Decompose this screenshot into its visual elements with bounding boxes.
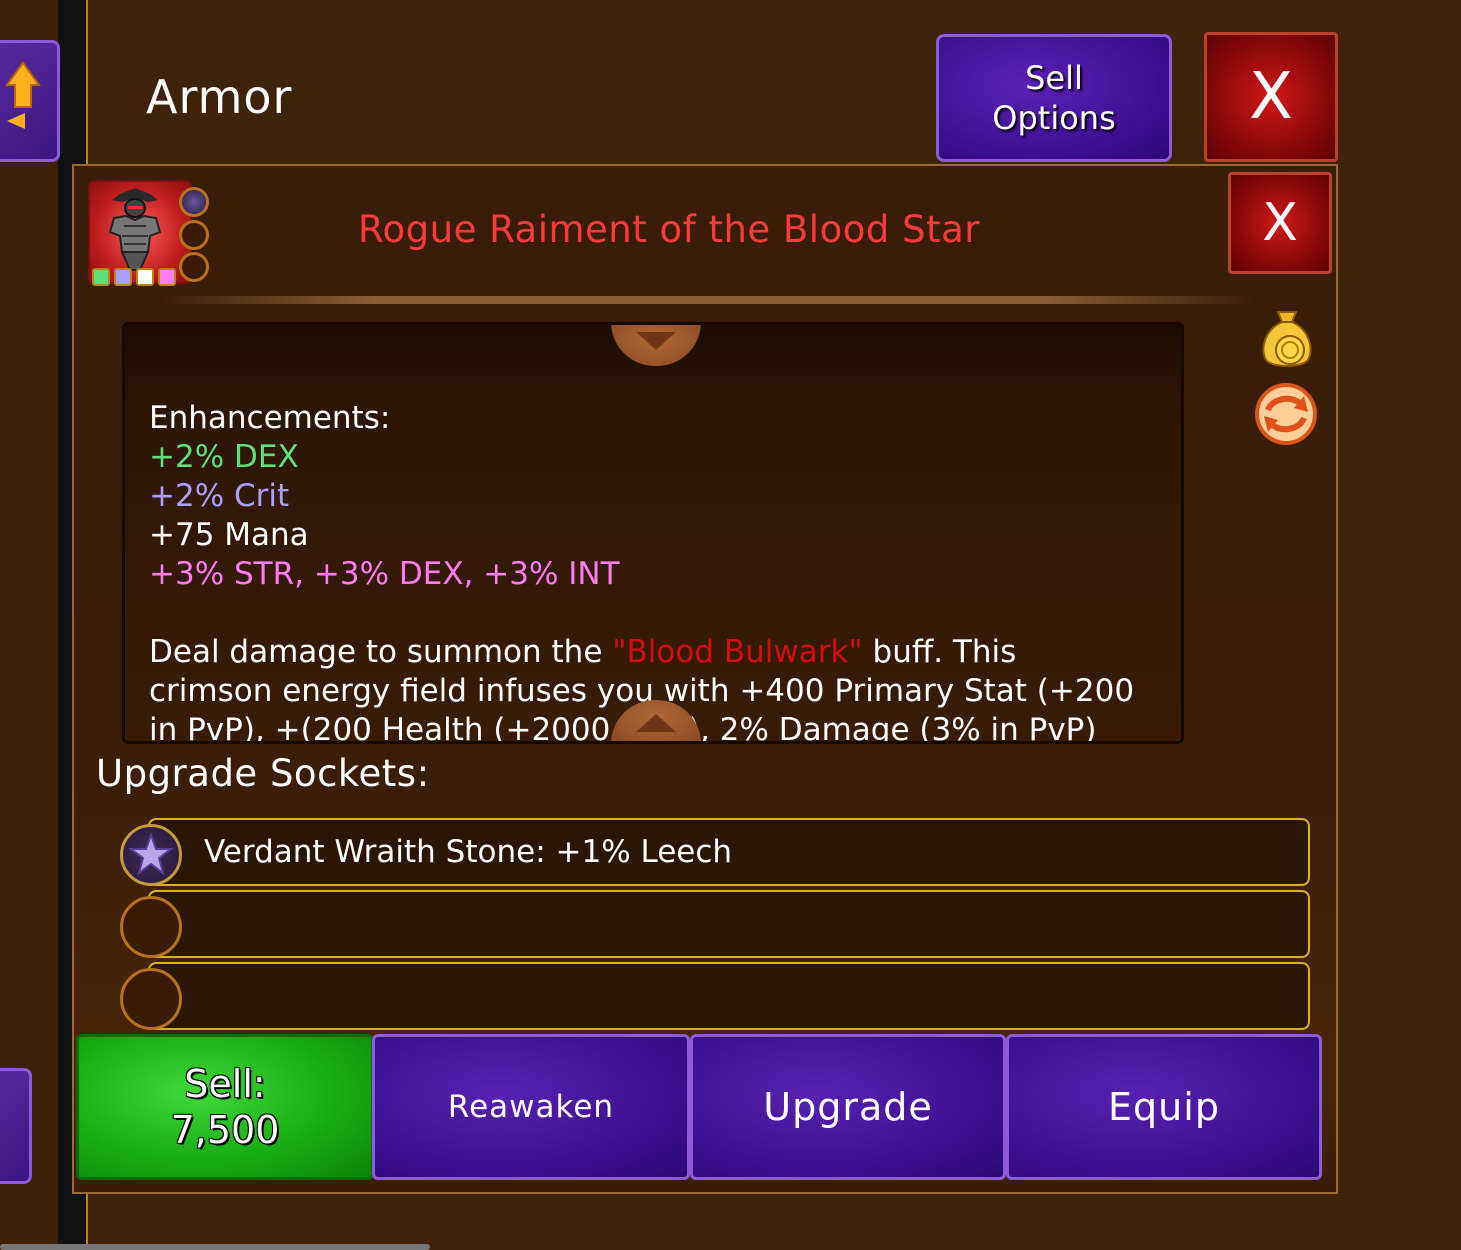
socket-empty-icon[interactable] bbox=[120, 896, 182, 958]
window-title: Armor bbox=[146, 70, 293, 124]
scroll-up-button[interactable] bbox=[611, 325, 701, 366]
sell-options-button[interactable]: Sell Options bbox=[936, 34, 1172, 162]
up-arrow-icon bbox=[5, 61, 41, 129]
item-socket-empty-icon bbox=[179, 252, 209, 282]
socket-row[interactable] bbox=[148, 962, 1310, 1030]
item-socket-empty-icon bbox=[179, 220, 209, 250]
upgrade-arrow-button[interactable] bbox=[0, 40, 60, 162]
item-socket-filled-icon bbox=[179, 187, 209, 217]
socket-text: Verdant Wraith Stone: +1% Leech bbox=[204, 834, 733, 870]
armor-icon bbox=[108, 188, 162, 271]
horizontal-scrollbar[interactable] bbox=[0, 1244, 430, 1250]
socket-empty-icon[interactable] bbox=[120, 968, 182, 1030]
gold-bag-icon[interactable] bbox=[1258, 306, 1316, 370]
side-tab-button[interactable] bbox=[0, 1068, 32, 1184]
left-strip bbox=[0, 0, 58, 1250]
sell-button[interactable]: Sell: 7,500 bbox=[76, 1034, 374, 1180]
reroll-icon[interactable] bbox=[1254, 382, 1318, 446]
socket-row[interactable] bbox=[148, 890, 1310, 958]
chevron-down-icon bbox=[636, 332, 676, 350]
item-name: Rogue Raiment of the Blood Star bbox=[358, 208, 980, 251]
enhancement-line: +3% STR, +3% DEX, +3% INT bbox=[149, 556, 620, 592]
enhancement-line: +2% Crit bbox=[149, 478, 290, 514]
title-divider bbox=[160, 296, 1256, 304]
upgrade-button[interactable]: Upgrade bbox=[690, 1034, 1006, 1180]
rarity-gem-pink bbox=[158, 268, 176, 286]
socket-filled-icon[interactable] bbox=[120, 824, 182, 886]
description-box[interactable]: Enhancements: +2% DEX +2% Crit +75 Mana … bbox=[122, 322, 1184, 744]
rarity-gem-white bbox=[136, 268, 154, 286]
rarity-gem-green bbox=[92, 268, 110, 286]
equip-button[interactable]: Equip bbox=[1006, 1034, 1322, 1180]
effect-prefix: Deal damage to summon the bbox=[149, 634, 613, 670]
close-item-button[interactable]: X bbox=[1228, 172, 1332, 274]
enhancement-line: +75 Mana bbox=[149, 517, 309, 553]
effect-suffix: buff. This bbox=[862, 634, 1017, 670]
chevron-up-icon bbox=[636, 714, 676, 732]
effect-buff-name: "Blood Bulwark" bbox=[612, 634, 863, 670]
star-gem-icon bbox=[128, 832, 174, 876]
item-icon[interactable] bbox=[88, 180, 192, 286]
rarity-gem-violet bbox=[114, 268, 132, 286]
description-text: Enhancements: +2% DEX +2% Crit +75 Mana … bbox=[149, 399, 1149, 741]
socket-row[interactable]: Verdant Wraith Stone: +1% Leech bbox=[148, 818, 1310, 886]
close-window-button[interactable]: X bbox=[1204, 32, 1338, 162]
enhancements-heading: Enhancements: bbox=[149, 400, 391, 436]
effect-line: Deal damage to summon the "Blood Bulwark… bbox=[149, 633, 1149, 672]
reawaken-button[interactable]: Reawaken bbox=[372, 1034, 690, 1180]
enhancement-line: +2% DEX bbox=[149, 439, 299, 475]
upgrade-sockets-heading: Upgrade Sockets: bbox=[96, 752, 430, 795]
